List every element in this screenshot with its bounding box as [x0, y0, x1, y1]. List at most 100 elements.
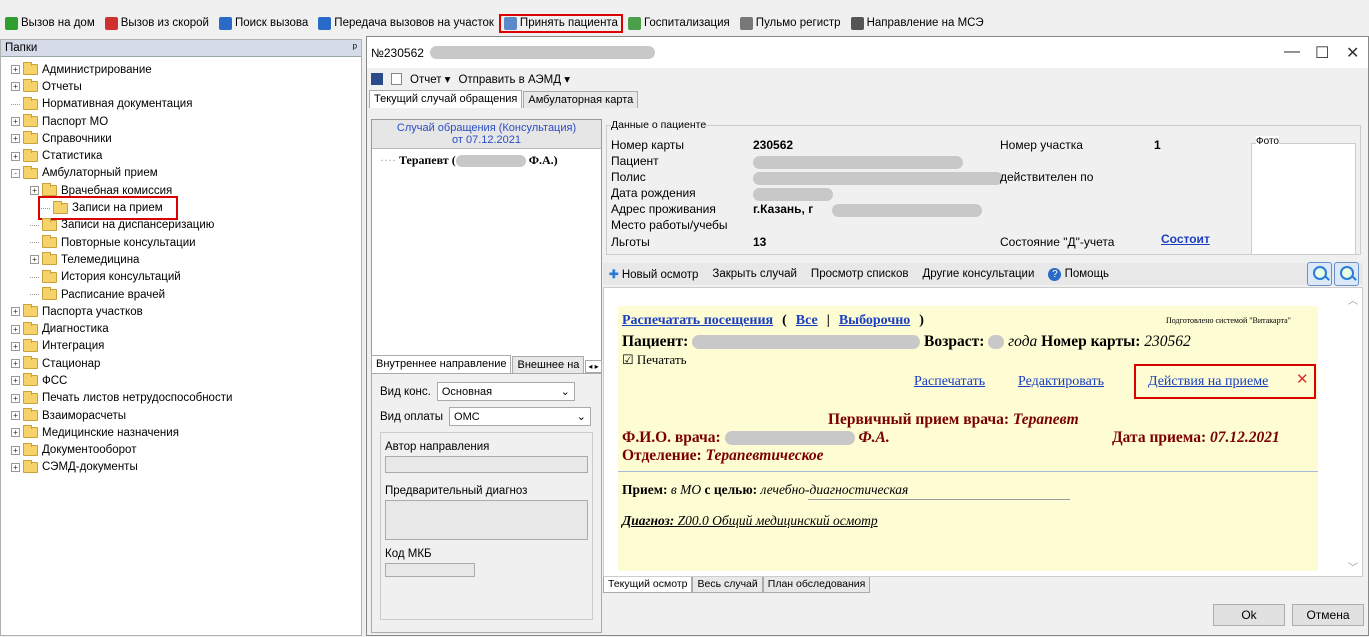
zoom-out-icon[interactable] [1334, 262, 1359, 286]
expand-icon[interactable]: + [11, 324, 20, 334]
expand-icon[interactable]: + [30, 186, 39, 196]
maximize-button[interactable]: ☐ [1315, 43, 1329, 63]
tree-item[interactable]: + Стационар [11, 355, 361, 372]
close-case-button[interactable]: Закрыть случай [712, 268, 797, 280]
author-field[interactable] [385, 456, 588, 473]
tree-item[interactable]: + Диагностика [11, 320, 361, 337]
tree-connector [30, 276, 39, 278]
tab-internal-direction[interactable]: Внутреннее направление [371, 355, 512, 373]
selective-link[interactable]: Выборочно [839, 313, 910, 328]
zoom-in-icon[interactable] [1307, 262, 1332, 286]
tree-item[interactable]: + Медицинские назначения [11, 424, 361, 441]
transfer-calls-button[interactable]: Передача вызовов на участок [315, 16, 497, 31]
accept-patient-button[interactable]: Принять пациента [498, 13, 623, 33]
expand-icon[interactable]: + [11, 65, 20, 75]
tab-exam-plan[interactable]: План обследования [762, 577, 871, 593]
area-value: 1 [1154, 138, 1161, 152]
tree-item[interactable]: Записи на диспансеризацию [11, 217, 361, 234]
tree-item[interactable]: + ФСС [11, 372, 361, 389]
close-window-button[interactable]: ✕ [1346, 43, 1359, 63]
tree-item[interactable]: + Документооборот [11, 442, 361, 459]
expand-icon[interactable]: + [11, 341, 20, 351]
tree-item[interactable]: Расписание врачей [11, 286, 361, 303]
home-call-button[interactable]: Вызов на дом [2, 16, 98, 31]
tree-item[interactable]: Записи на прием [38, 196, 178, 220]
tree-item[interactable]: История консультаций [11, 269, 361, 286]
tab-external-direction[interactable]: Внешнее на [512, 356, 585, 373]
tab-outpatient-card[interactable]: Амбулаторная карта [523, 91, 639, 108]
tree-item[interactable]: + Паспорта участков [11, 303, 361, 320]
expand-icon[interactable]: + [11, 462, 20, 472]
birth-label: Дата рождения [611, 186, 696, 200]
actions-on-reception-link[interactable]: Действия на приеме [1148, 374, 1268, 390]
tree-item[interactable]: + Печать листов нетрудоспособности [11, 390, 361, 407]
folder-icon [23, 338, 38, 352]
expand-icon[interactable]: + [11, 428, 20, 438]
new-exam-button[interactable]: ✚ Новый осмотр [609, 267, 698, 281]
tree-item[interactable]: + Врачебная комиссия [11, 182, 361, 199]
other-kons-button[interactable]: Другие консультации [922, 268, 1034, 280]
vid-opl-select[interactable]: ОМС ⌄ [449, 407, 592, 426]
expand-icon[interactable]: + [11, 359, 20, 369]
mse-referral-button[interactable]: Направление на МСЭ [848, 16, 987, 31]
ambulance-call-button[interactable]: Вызов из скорой [102, 16, 212, 31]
expand-icon[interactable]: + [11, 151, 20, 161]
doc-scrollbar[interactable]: ︿ ﹀ [1348, 288, 1360, 578]
prelim-diag-field[interactable] [385, 500, 588, 540]
hospitalization-icon [627, 16, 641, 30]
tree-item[interactable]: Нормативная документация [11, 96, 361, 113]
heading-value: Терапевт [1012, 411, 1079, 428]
expand-icon[interactable]: + [11, 307, 20, 317]
cancel-button[interactable]: Отмена [1292, 604, 1364, 626]
tree-item[interactable]: + Администрирование [11, 61, 361, 78]
expand-icon[interactable]: + [11, 393, 20, 403]
mkb-field[interactable] [385, 563, 475, 577]
tree-item[interactable]: + СЭМД-документы [11, 459, 361, 476]
tree-item[interactable]: - Амбулаторный прием [11, 165, 361, 182]
expand-icon[interactable]: + [11, 411, 20, 421]
close-icon[interactable]: ✕ [1296, 370, 1309, 389]
vid-kons-select[interactable]: Основная ⌄ [436, 382, 575, 401]
print-link[interactable]: Распечатать [914, 374, 985, 390]
help-button[interactable]: ? Помощь [1048, 267, 1109, 281]
edit-link[interactable]: Редактировать [1018, 374, 1104, 390]
expand-icon[interactable]: + [11, 82, 20, 92]
document-icon[interactable] [391, 73, 402, 85]
tree-item[interactable]: + Отчеты [11, 78, 361, 95]
plus-icon: ✚ [609, 269, 619, 281]
case-item-therapist[interactable]: ···· Терапевт ( Ф.А.) [372, 149, 601, 172]
hospitalization-button[interactable]: Госпитализация [625, 16, 733, 31]
expand-icon[interactable]: + [11, 376, 20, 386]
expand-icon[interactable]: + [11, 445, 20, 455]
tab-whole-case[interactable]: Весь случай [692, 577, 763, 593]
report-menu[interactable]: Отчет ▾ [410, 72, 450, 86]
tree-item[interactable]: + Статистика [11, 147, 361, 164]
tree-item[interactable]: + Интеграция [11, 338, 361, 355]
tree-item[interactable]: Повторные консультации [11, 234, 361, 251]
view-lists-button[interactable]: Просмотр списков [811, 268, 909, 280]
print-visits-link[interactable]: Распечатать посещения [622, 313, 773, 328]
tab-scroll-arrows[interactable]: ◂ ▸ [585, 360, 602, 373]
tree-item[interactable]: + Справочники [11, 130, 361, 147]
tree-item[interactable]: + Паспорт МО [11, 113, 361, 130]
minimize-button[interactable]: — [1284, 43, 1300, 61]
send-aemd-menu[interactable]: Отправить в АЭМД ▾ [458, 72, 570, 86]
print-checkbox[interactable]: ☑ Печатать [622, 352, 687, 368]
tab-current-case[interactable]: Текущий случай обращения [369, 90, 523, 108]
case-header[interactable]: Случай обращения (Консультация) от 07.12… [372, 120, 601, 149]
search-call-button[interactable]: Поиск вызова [216, 16, 311, 31]
all-link[interactable]: Все [796, 313, 818, 328]
ok-button[interactable]: Ok [1213, 604, 1285, 626]
collapse-icon[interactable]: - [11, 168, 20, 178]
pin-icon[interactable]: ᵖ [353, 42, 357, 54]
folder-icon [23, 442, 38, 456]
expand-icon[interactable]: + [30, 255, 39, 265]
tree-item[interactable]: + Взаиморасчеты [11, 407, 361, 424]
tree-item[interactable]: + Телемедицина [11, 251, 361, 268]
expand-icon[interactable]: + [11, 134, 20, 144]
tab-current-exam[interactable]: Текущий осмотр [603, 577, 693, 593]
save-icon[interactable] [371, 73, 383, 85]
d-status-link[interactable]: Состоит [1161, 232, 1210, 246]
expand-icon[interactable]: + [11, 117, 20, 127]
pulmo-register-button[interactable]: Пульмо регистр [737, 16, 844, 31]
